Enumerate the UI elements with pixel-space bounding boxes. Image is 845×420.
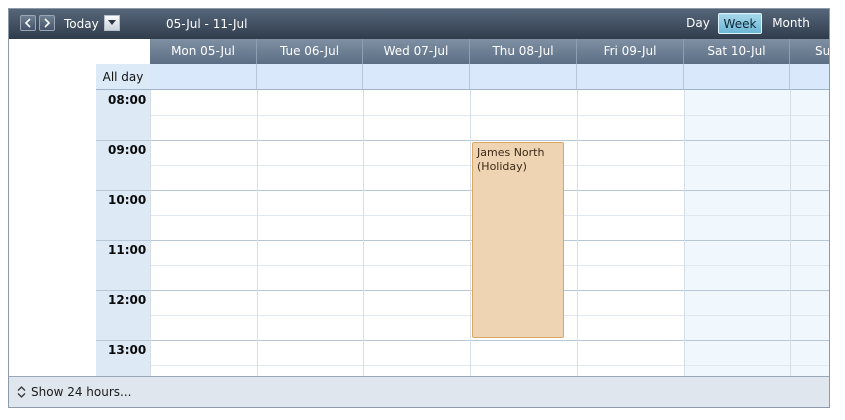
prev-button[interactable] [20,15,36,31]
time-label: 10:00 [108,193,147,207]
day-header-wed[interactable]: Wed 07-Jul [363,39,470,64]
time-header-blank [96,39,150,64]
day-column-line [257,90,258,376]
day-header-tue[interactable]: Tue 06-Jul [257,39,363,64]
view-month-button[interactable]: Month [768,13,814,34]
date-picker-dropdown[interactable] [104,15,120,31]
all-day-cell[interactable] [790,64,829,90]
day-column-line [470,90,471,376]
day-header-sat[interactable]: Sat 10-Jul [684,39,790,64]
chevron-down-icon [108,20,116,25]
scheduler-footer: Show 24 hours... [9,376,829,407]
day-column-line [363,90,364,376]
day-column-line [577,90,578,376]
view-day-button[interactable]: Day [682,13,714,34]
day-header-mon[interactable]: Mon 05-Jul [150,39,257,64]
half-hour-line [150,115,829,116]
expand-vertical-icon [17,386,26,398]
show-24-hours-button[interactable]: Show 24 hours... [17,385,131,399]
appointment-title: James North [477,146,545,159]
hour-line [96,140,829,141]
today-button[interactable]: Today [64,17,99,31]
day-column-line [790,90,791,376]
time-column: 08:00 09:00 10:00 11:00 12:00 13:00 [96,90,150,376]
day-column-line [684,90,685,376]
day-header-fri[interactable]: Fri 09-Jul [577,39,684,64]
all-day-cell[interactable] [470,64,577,90]
half-hour-line [150,365,829,366]
all-day-cell[interactable] [257,64,363,90]
all-day-cell[interactable] [684,64,790,90]
all-day-label: All day [96,64,150,90]
scheduler: Today 05-Jul - 11-Jul Day Week Month Mon… [8,8,830,408]
time-label: 08:00 [108,93,147,107]
appointment-james-north[interactable]: James North (Holiday) [472,142,564,338]
day-column-line [150,90,151,376]
date-range: 05-Jul - 11-Jul [166,17,248,31]
view-week-button[interactable]: Week [718,13,762,34]
weekend-shading [684,90,829,376]
chevron-left-icon [24,18,31,28]
day-header-sun[interactable]: Su [790,39,829,64]
chevron-right-icon [44,18,51,28]
time-label: 13:00 [108,343,147,357]
time-label: 12:00 [108,293,147,307]
all-day-cell[interactable] [577,64,684,90]
time-label: 11:00 [108,243,147,257]
hour-line [96,290,829,291]
all-day-cell[interactable] [150,64,257,90]
show-24-hours-label: Show 24 hours... [31,385,132,399]
time-label: 09:00 [108,143,147,157]
hour-line [96,340,829,341]
hour-line [96,190,829,191]
all-day-cell[interactable] [363,64,470,90]
scheduler-toolbar: Today 05-Jul - 11-Jul Day Week Month [9,9,829,39]
hour-line [96,240,829,241]
next-button[interactable] [39,15,55,31]
day-header-thu[interactable]: Thu 08-Jul [470,39,577,64]
appointment-subtitle: (Holiday) [477,160,527,173]
